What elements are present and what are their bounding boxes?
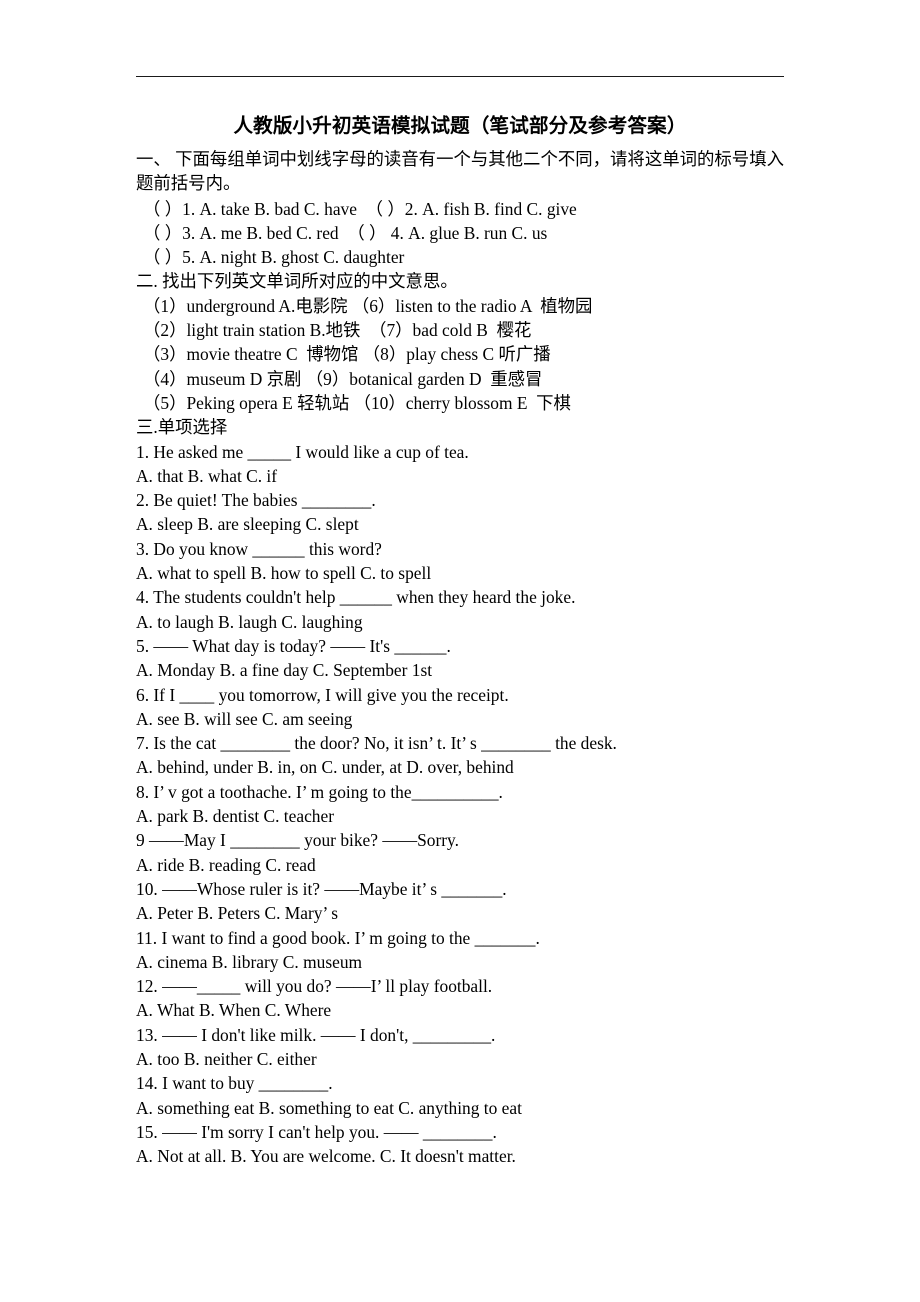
question-options: A. something eat B. something to eat C. … — [136, 1097, 522, 1118]
question-options: A. what to spell B. how to spell C. to s… — [136, 563, 432, 584]
question-stem: 15. —— I'm sorry I can't help you. —— __… — [136, 1121, 497, 1142]
question-stem: 2. Be quiet! The babies ________. — [136, 490, 376, 511]
question-stem: 8. I’ v got a toothache. I’ m going to t… — [136, 781, 503, 802]
question-options: A. see B. will see C. am seeing — [136, 708, 353, 729]
section-one-item: （ ）1. A. take B. bad C. have （ ）2. A. fi… — [143, 198, 577, 219]
section-two-item: （5）Peking opera E 轻轨站 （10）cherry blossom… — [143, 392, 571, 413]
question-stem: 4. The students couldn't help ______ whe… — [136, 587, 576, 608]
section-two-item: （3）movie theatre C 博物馆 （8）play chess C 听… — [143, 344, 551, 365]
question-stem: 9 ——May I ________ your bike? ——Sorry. — [136, 830, 459, 851]
question-stem: 6. If I ____ you tomorrow, I will give y… — [136, 684, 509, 705]
question-options: A. park B. dentist C. teacher — [136, 806, 335, 827]
question-options: A. ride B. reading C. read — [136, 854, 316, 875]
document-body: 一、 下面每组单词中划线字母的读音有一个与其他二个不同，请将这单词的标号填入题前… — [136, 147, 784, 1168]
question-stem: 5. —— What day is today? —— It's ______. — [136, 635, 451, 656]
question-stem: 10. ——Whose ruler is it? ——Maybe it’ s _… — [136, 878, 507, 899]
section-two-item: （1）underground A.电影院 （6）listen to the ra… — [143, 295, 593, 316]
question-stem: 7. Is the cat ________ the door? No, it … — [136, 733, 617, 754]
question-stem: 14. I want to buy ________. — [136, 1073, 333, 1094]
question-stem: 3. Do you know ______ this word? — [136, 538, 382, 559]
question-options: A. cinema B. library C. museum — [136, 951, 363, 972]
question-stem: 11. I want to find a good book. I’ m goi… — [136, 927, 540, 948]
question-options: A. sleep B. are sleeping C. slept — [136, 514, 359, 535]
section-two-item: （2）light train station B.地铁 （7）bad cold … — [143, 320, 532, 341]
question-options: A. What B. When C. Where — [136, 1000, 332, 1021]
question-stem: 12. ——_____ will you do? ——I’ ll play fo… — [136, 976, 493, 997]
question-options: A. Not at all. B. You are welcome. C. It… — [136, 1146, 516, 1167]
section-one-item: （ ）5. A. night B. ghost C. daughter — [143, 247, 405, 268]
question-options: A. Peter B. Peters C. Mary’ s — [136, 903, 339, 924]
question-stem: 13. —— I don't like milk. —— I don't, __… — [136, 1024, 496, 1045]
document-page: 人教版小升初英语模拟试题（笔试部分及参考答案） 一、 下面每组单词中划线字母的读… — [0, 0, 920, 1302]
question-options: A. too B. neither C. either — [136, 1048, 317, 1069]
page-title: 人教版小升初英语模拟试题（笔试部分及参考答案） — [233, 114, 687, 137]
section-one-item: （ ）3. A. me B. bed C. red （ ） 4. A. glue… — [143, 222, 548, 243]
section-one-instruction: 一、 下面每组单词中划线字母的读音有一个与其他二个不同，请将这单词的标号填入题前… — [136, 149, 784, 194]
question-options: A. to laugh B. laugh C. laughing — [136, 611, 363, 632]
question-stem: 1. He asked me _____ I would like a cup … — [136, 441, 469, 462]
question-options: A. that B. what C. if — [136, 465, 278, 486]
document-content: 人教版小升初英语模拟试题（笔试部分及参考答案） 一、 下面每组单词中划线字母的读… — [136, 60, 784, 1168]
section-two-item: （4）museum D 京剧 （9）botanical garden D 重感冒 — [143, 368, 543, 389]
section-two-heading: 二. 找出下列英文单词所对应的中文意思。 — [136, 271, 458, 292]
section-three-heading: 三.单项选择 — [136, 417, 228, 438]
question-options: A. behind, under B. in, on C. under, at … — [136, 757, 514, 778]
question-options: A. Monday B. a fine day C. September 1st — [136, 660, 433, 681]
